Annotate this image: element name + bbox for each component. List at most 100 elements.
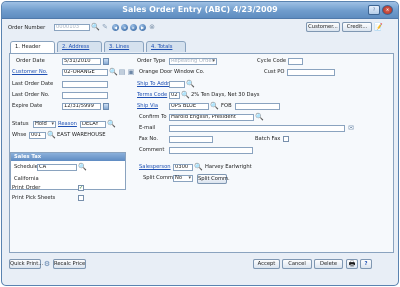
credit-button[interactable]: Credit...	[342, 22, 372, 32]
search-icon[interactable]: 🔍	[181, 91, 190, 99]
last-order-date-label: Last Order Date	[12, 81, 54, 87]
split-comm-button[interactable]: Split Comm.	[197, 174, 230, 184]
quick-print-button[interactable]: Quick Print...	[9, 259, 43, 269]
help-icon[interactable]: ?	[360, 259, 372, 269]
email-label: E-mail	[139, 125, 156, 131]
title-bar: Sales Order Entry (ABC) 4/23/2009 ? ✕	[2, 2, 398, 19]
calendar-icon[interactable]	[103, 58, 109, 65]
batch-fax-checkbox[interactable]	[283, 136, 289, 142]
cycle-code-input[interactable]	[288, 58, 303, 65]
print-order-checkbox[interactable]: ✓	[78, 185, 84, 191]
edit-icon[interactable]: ▤	[118, 68, 126, 76]
confirm-to-input[interactable]: Harold English, President	[169, 114, 254, 121]
last-order-no-label: Last Order No.	[12, 92, 50, 98]
fax-label: Fax No.	[139, 136, 159, 142]
whse-label: Whse	[12, 132, 27, 138]
salesperson-link[interactable]: Salesperson	[139, 164, 171, 171]
customer-button[interactable]: Customer...	[306, 22, 340, 32]
batch-fax-label: Batch Fax	[255, 136, 281, 142]
last-order-no-input[interactable]	[62, 92, 108, 99]
customer-no-link[interactable]: Customer No.	[12, 69, 47, 76]
email-input[interactable]	[169, 125, 345, 132]
help-button[interactable]: ?	[368, 5, 380, 15]
tab-address[interactable]: 2. Address	[57, 41, 102, 52]
status-select[interactable]: Hold	[33, 121, 56, 128]
cust-po-input[interactable]	[287, 69, 335, 76]
whse-description: EAST WAREHOUSE	[57, 132, 106, 138]
search-icon[interactable]: 🔍	[255, 113, 264, 121]
sales-tax-title: Sales Tax	[11, 153, 125, 161]
search-icon[interactable]: 🔍	[91, 23, 100, 31]
sales-order-window: Sales Order Entry (ABC) 4/23/2009 ? ✕ Or…	[1, 1, 399, 286]
whse-input[interactable]: 001	[29, 132, 46, 139]
customer-name: Orange Door Window Co.	[139, 69, 205, 75]
delete-button[interactable]: Delete	[314, 259, 343, 269]
search-icon[interactable]: 🔍	[109, 68, 118, 76]
search-icon[interactable]: 🔍	[210, 102, 219, 110]
email-icon[interactable]: ✉	[347, 124, 355, 132]
cycle-code-label: Cycle Code	[257, 58, 287, 64]
terms-description: 2% Ten Days, Net 30 Days	[191, 92, 260, 98]
recalc-price-button[interactable]: Recalc Price	[53, 259, 86, 269]
split-comm-label: Split Comm.	[143, 175, 175, 181]
tab-lines[interactable]: 3. Lines	[104, 41, 144, 52]
fax-input[interactable]	[169, 136, 213, 143]
order-type-select[interactable]: Repeating Order	[169, 58, 217, 65]
cust-po-label: Cust PO	[264, 69, 285, 75]
close-button[interactable]: ✕	[382, 5, 393, 15]
fob-label: FOB	[221, 103, 232, 109]
print-order-label: Print Order	[12, 185, 41, 191]
ship-via-link[interactable]: Ship Via	[137, 103, 158, 110]
search-icon[interactable]: 🔍	[78, 163, 87, 171]
order-date-input[interactable]: 5/31/2010	[62, 58, 101, 65]
tab-header[interactable]: 1. Header	[10, 41, 55, 53]
expire-date-label: Expire Date	[12, 103, 43, 109]
print-options-icon[interactable]: ⚙	[43, 260, 51, 268]
customer-no-input[interactable]: 02-ORANGE	[62, 69, 108, 76]
order-number-label: Order Number	[8, 25, 46, 31]
ship-to-input[interactable]	[169, 81, 185, 88]
salesperson-input[interactable]: 0300	[173, 164, 193, 171]
print-pick-checkbox[interactable]	[78, 195, 84, 201]
salesperson-name: Harvey Earlwright	[205, 164, 252, 170]
first-record-icon[interactable]: ◀	[112, 24, 119, 31]
confirm-to-label: Confirm To	[139, 114, 167, 120]
split-comm-select[interactable]: No	[173, 175, 193, 182]
schedule-input[interactable]: CA	[37, 164, 77, 171]
schedule-description: California	[14, 176, 39, 182]
cancel-button[interactable]: Cancel	[282, 259, 312, 269]
last-order-date-input[interactable]	[62, 81, 108, 88]
reason-input[interactable]: DELAY	[80, 121, 106, 128]
terms-code-input[interactable]: 02	[169, 92, 180, 99]
accept-button[interactable]: Accept	[253, 259, 280, 269]
comment-label: Comment	[139, 147, 165, 153]
new-record-icon[interactable]: ✎	[101, 23, 109, 31]
order-number-input[interactable]: 0000103	[54, 24, 90, 31]
previous-record-icon[interactable]: ◂	[121, 24, 128, 31]
fob-input[interactable]	[235, 103, 280, 110]
tab-totals[interactable]: 4. Totals	[146, 41, 186, 52]
order-date-label: Order Date	[16, 58, 45, 64]
reason-link[interactable]: Reason	[58, 121, 77, 128]
print-icon[interactable]: 🖶	[346, 259, 358, 269]
last-record-icon[interactable]: ▶	[139, 24, 146, 31]
ship-via-input[interactable]: UPS BLUE	[169, 103, 209, 110]
comment-input[interactable]	[169, 147, 253, 154]
memo-icon[interactable]: 📝	[374, 23, 383, 31]
terms-code-link[interactable]: Terms Code	[137, 92, 167, 99]
search-icon[interactable]: 🔍	[186, 80, 195, 88]
search-icon[interactable]: 🔍	[107, 120, 116, 128]
search-icon[interactable]: 🔍	[47, 131, 56, 139]
calendar-icon[interactable]	[103, 103, 109, 110]
memo-icon[interactable]: ▣	[127, 68, 135, 76]
expire-date-input[interactable]: 12/31/5999	[62, 103, 101, 110]
order-type-label: Order Type	[137, 58, 166, 64]
print-pick-label: Print Pick Sheets	[12, 195, 56, 201]
window-title: Sales Order Entry (ABC) 4/23/2009	[122, 5, 278, 14]
next-record-icon[interactable]: ▸	[130, 24, 137, 31]
search-icon[interactable]: 🔍	[194, 163, 203, 171]
delete-record-icon[interactable]: ⊗	[148, 23, 156, 31]
schedule-label: Schedule	[14, 164, 38, 170]
ship-to-link[interactable]: Ship To Addr	[137, 81, 169, 88]
status-label: Status	[12, 121, 29, 127]
